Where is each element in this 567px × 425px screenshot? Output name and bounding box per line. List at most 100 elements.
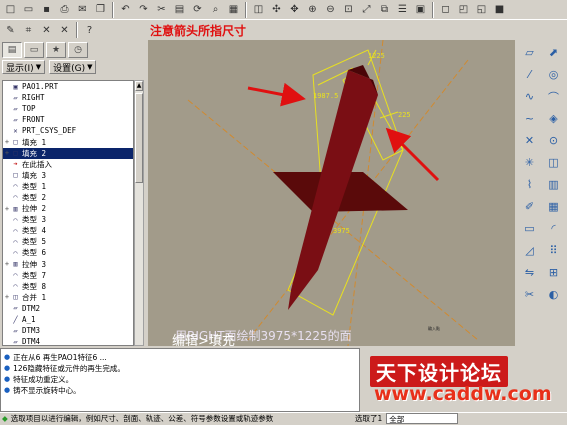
regenerate-icon[interactable]: ⟳	[189, 1, 206, 18]
help-icon[interactable]: ?	[81, 22, 98, 39]
find-icon[interactable]: ⌕	[207, 1, 224, 18]
graphics-viewport[interactable]: 1987.5 1225 225 3975 用RIGHT面绘制3975*1225的…	[148, 40, 515, 346]
csys-tool-icon[interactable]: ✳	[518, 152, 541, 173]
sweep-tool-icon[interactable]: ⌒	[542, 86, 565, 107]
point-tool-icon[interactable]: ✕	[56, 22, 73, 39]
save-icon[interactable]: ▪	[38, 1, 55, 18]
tree-item[interactable]: + ◫ 合并 1	[3, 292, 133, 303]
extrude-tool-icon[interactable]: ⬈	[542, 42, 565, 63]
layers-icon[interactable]: ☰	[394, 1, 411, 18]
scroll-up-icon[interactable]: ▲	[135, 81, 143, 91]
open-folder-icon[interactable]: ▭	[20, 1, 37, 18]
tree-item[interactable]: □ 填充 3	[3, 170, 133, 181]
curve-tool-icon[interactable]: ∿	[518, 86, 541, 107]
tree-item[interactable]: ▱ DTM4	[3, 336, 133, 345]
offset-tool-icon[interactable]: ◐	[542, 284, 565, 305]
reorient-icon[interactable]: ⤢	[358, 1, 375, 18]
tree-item[interactable]: ⌒ 类型 5	[3, 236, 133, 247]
scroll-thumb[interactable]	[135, 93, 143, 183]
expand-icon[interactable]: +	[3, 149, 11, 157]
tree-item[interactable]: ⌒ 类型 2	[3, 192, 133, 203]
model-tree-tab-icon[interactable]: ▤	[2, 42, 22, 58]
tree-item[interactable]: + □ 填充 1	[3, 136, 133, 147]
spin-center-icon[interactable]: ✣	[268, 1, 285, 18]
round-tool-icon[interactable]: ◜	[542, 218, 565, 239]
orient-icon[interactable]: ✥	[286, 1, 303, 18]
no-hidden-icon[interactable]: ◱	[473, 1, 490, 18]
pattern-tool-icon[interactable]: ⠿	[542, 240, 565, 261]
tree-item[interactable]: ⌒ 类型 8	[3, 281, 133, 292]
revolve-tool-icon[interactable]: ◎	[542, 64, 565, 85]
tree-item[interactable]: + ▥ 拉伸 3	[3, 259, 133, 270]
chamfer-tool-icon[interactable]: ◿	[518, 240, 541, 261]
tree-item[interactable]: ▱ RIGHT	[3, 92, 133, 103]
cut-icon[interactable]: ✂	[153, 1, 170, 18]
paste-icon[interactable]: ▤	[171, 1, 188, 18]
dimension-icon[interactable]: ⌗	[20, 22, 37, 39]
tree-item[interactable]: ▱ TOP	[3, 103, 133, 114]
tree-item[interactable]: + ▥ 拉伸 2	[3, 203, 133, 214]
tree-item[interactable]: + □ 填充 2	[3, 147, 133, 159]
axis-tool-icon[interactable]: ✕	[38, 22, 55, 39]
tree-item[interactable]: ➔ 在此插入	[3, 159, 133, 170]
favorites-tab-icon[interactable]: ★	[46, 42, 66, 58]
dimension-value[interactable]: 3975	[333, 227, 350, 235]
merge-tool-icon[interactable]: ⊞	[542, 262, 565, 283]
tree-item[interactable]: ▱ DTM3	[3, 325, 133, 336]
tree-item[interactable]: ⌒ 类型 1	[3, 181, 133, 192]
sketch-tool-icon[interactable]: ✐	[518, 196, 541, 217]
datum-point-tool-icon[interactable]: ✕	[518, 130, 541, 151]
select-icon[interactable]: ▦	[225, 1, 242, 18]
expand-icon[interactable]: +	[3, 260, 11, 268]
tree-item[interactable]: ▱ DTM2	[3, 303, 133, 314]
copy-icon[interactable]: ❐	[92, 1, 109, 18]
zoom-out-icon[interactable]: ⊖	[322, 1, 339, 18]
expand-icon[interactable]: +	[3, 138, 11, 146]
trim-tool-icon[interactable]: ✂	[518, 284, 541, 305]
new-file-icon[interactable]: □	[2, 1, 19, 18]
shell-tool-icon[interactable]: ◫	[542, 152, 565, 173]
filter-select[interactable]: 全部	[386, 412, 459, 424]
fill-tool-icon[interactable]: ▭	[518, 218, 541, 239]
datum-axis-tool-icon[interactable]: ⁄	[518, 64, 541, 85]
tree-scrollbar[interactable]: ▲	[134, 80, 144, 346]
shading-icon[interactable]: ■	[491, 1, 508, 18]
folder-browser-tab-icon[interactable]: ▭	[24, 42, 44, 58]
blend-tool-icon[interactable]: ◈	[542, 108, 565, 129]
tree-item[interactable]: ▱ FRONT	[3, 114, 133, 125]
saved-views-icon[interactable]: ⧉	[376, 1, 393, 18]
sketch-curve-tool-icon[interactable]: ~	[518, 108, 541, 129]
sketch-icon[interactable]: ✎	[2, 22, 19, 39]
hidden-line-icon[interactable]: ◰	[455, 1, 472, 18]
datum-plane-tool-icon[interactable]: ▱	[518, 42, 541, 63]
tree-item[interactable]: ⌒ 类型 6	[3, 247, 133, 258]
history-tab-icon[interactable]: ◷	[68, 42, 88, 58]
dimension-value[interactable]: 1987.5	[313, 92, 338, 100]
refit-icon[interactable]: ⊡	[340, 1, 357, 18]
mirror-tool-icon[interactable]: ⇋	[518, 262, 541, 283]
show-dropdown[interactable]: 显示(I) ▼	[2, 60, 46, 74]
tree-item[interactable]: ⌒ 类型 7	[3, 270, 133, 281]
undo-icon[interactable]: ↶	[117, 1, 134, 18]
repaint-icon[interactable]: ◫	[250, 1, 267, 18]
dimension-value[interactable]: 1225	[368, 52, 385, 60]
view-manager-icon[interactable]: ▣	[412, 1, 429, 18]
expand-icon[interactable]: +	[3, 293, 11, 301]
rib-tool-icon[interactable]: ▥	[542, 174, 565, 195]
wireframe-icon[interactable]: ◻	[437, 1, 454, 18]
redo-icon[interactable]: ↷	[135, 1, 152, 18]
tree-item[interactable]: ╱ A_1	[3, 314, 133, 325]
tree-item[interactable]: ✕ PRT_CSYS_DEF	[3, 125, 133, 136]
draft-tool-icon[interactable]: ▦	[542, 196, 565, 217]
email-icon[interactable]: ✉	[74, 1, 91, 18]
expand-icon[interactable]: +	[3, 205, 11, 213]
print-icon[interactable]: ⎙	[56, 1, 73, 18]
tree-item[interactable]: ⌒ 类型 3	[3, 214, 133, 225]
zoom-in-icon[interactable]: ⊕	[304, 1, 321, 18]
settings-dropdown[interactable]: 设置(G) ▼	[49, 60, 97, 74]
analysis-tool-icon[interactable]: ⌇	[518, 174, 541, 195]
hole-tool-icon[interactable]: ⊙	[542, 130, 565, 151]
tree-item[interactable]: ▣ PAO1.PRT	[3, 81, 133, 92]
tree-item[interactable]: ⌒ 类型 4	[3, 225, 133, 236]
dimension-value[interactable]: 225	[398, 111, 411, 119]
